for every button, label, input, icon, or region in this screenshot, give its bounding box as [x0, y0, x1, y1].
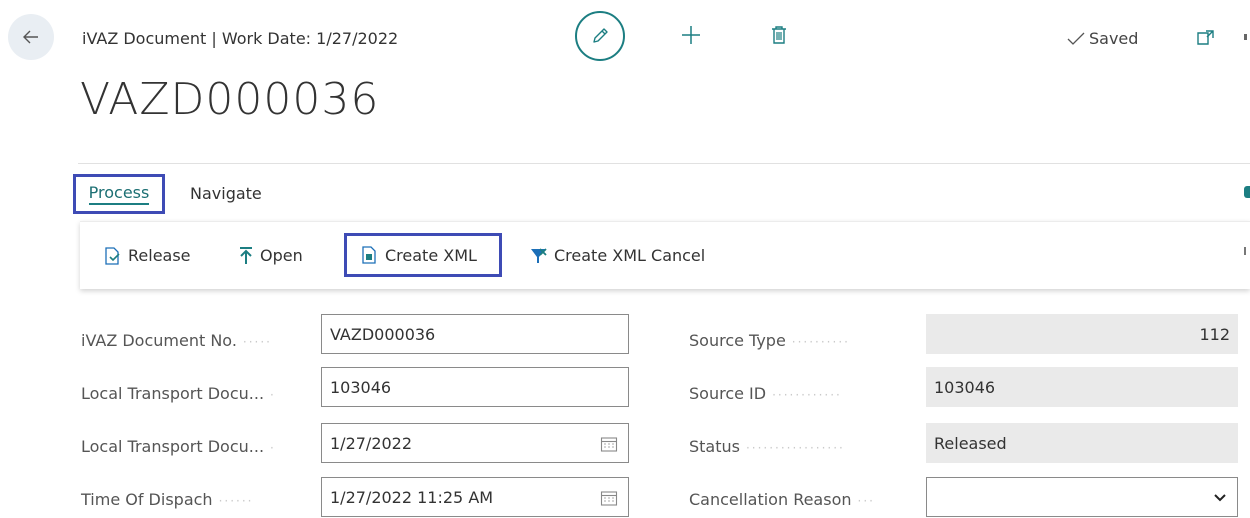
new-button[interactable] — [674, 18, 708, 52]
field-label-source-type: Source Type ·········· — [689, 331, 850, 350]
action-bar: Release Open Create XML Create XML Cance… — [80, 221, 1250, 289]
cancellation-reason-select[interactable] — [926, 477, 1238, 517]
page-caption: iVAZ Document | Work Date: 1/27/2022 — [82, 29, 399, 48]
saved-status: Saved — [1067, 29, 1138, 48]
field-label-local-transport-doc-1: Local Transport Docu... · — [81, 384, 276, 403]
open-icon — [240, 246, 252, 264]
ivaz-document-no-input[interactable]: VAZD000036 — [321, 314, 629, 354]
create-xml-cancel-label: Create XML Cancel — [554, 246, 706, 265]
source-type-value: 112 — [926, 314, 1238, 354]
divider — [78, 163, 1250, 164]
release-label: Release — [128, 246, 191, 265]
create-xml-cancel-icon — [531, 247, 547, 263]
trash-icon — [772, 26, 786, 44]
tab-navigate[interactable]: Navigate — [190, 184, 262, 203]
source-id-value: 103046 — [926, 367, 1238, 407]
calendar-icon[interactable] — [600, 435, 618, 453]
time-of-dispach-value: 1/27/2022 11:25 AM — [330, 487, 494, 507]
calendar-icon[interactable] — [600, 489, 618, 507]
create-xml-action[interactable]: Create XML — [344, 233, 502, 277]
tab-process-label: Process — [88, 183, 150, 205]
more-actions-edge — [1244, 247, 1250, 255]
create-xml-label: Create XML — [385, 245, 477, 265]
local-transport-doc-date-value: 1/27/2022 — [330, 433, 413, 453]
create-xml-cancel-action[interactable]: Create XML Cancel — [528, 222, 705, 289]
release-icon — [105, 246, 120, 265]
edit-button[interactable] — [575, 11, 625, 61]
edge-indicator — [1244, 186, 1250, 198]
plus-icon — [682, 26, 700, 44]
page-title: VAZD000036 — [80, 74, 380, 125]
create-xml-icon — [362, 246, 376, 264]
chevron-down-icon — [1214, 494, 1226, 502]
check-icon — [1067, 32, 1085, 45]
field-label-cancellation-reason: Cancellation Reason ··· — [689, 490, 875, 509]
time-of-dispach-input[interactable]: 1/27/2022 11:25 AM — [321, 477, 629, 517]
pencil-icon — [593, 28, 608, 43]
back-button[interactable] — [8, 14, 54, 60]
release-action[interactable]: Release — [102, 222, 191, 289]
status-value: Released — [926, 423, 1238, 463]
overflow-edge-indicator — [1244, 34, 1247, 40]
open-action[interactable]: Open — [238, 222, 303, 289]
field-label-status: Status ················· — [689, 437, 845, 456]
open-label: Open — [260, 246, 303, 265]
field-label-source-id: Source ID ············ — [689, 384, 842, 403]
field-label-time-of-dispach: Time Of Dispach ······ — [81, 490, 254, 509]
open-new-window-button[interactable] — [1194, 26, 1218, 50]
field-label-ivaz-document-no: iVAZ Document No. ····· — [81, 331, 272, 350]
delete-button[interactable] — [762, 18, 796, 52]
arrow-left-icon — [23, 30, 38, 44]
field-label-local-transport-doc-2: Local Transport Docu... · — [81, 437, 276, 456]
popout-icon — [1197, 30, 1214, 45]
tab-process[interactable]: Process — [73, 174, 165, 214]
local-transport-doc-date-input[interactable]: 1/27/2022 — [321, 423, 629, 463]
local-transport-doc-input[interactable]: 103046 — [321, 367, 629, 407]
saved-label: Saved — [1089, 29, 1139, 48]
